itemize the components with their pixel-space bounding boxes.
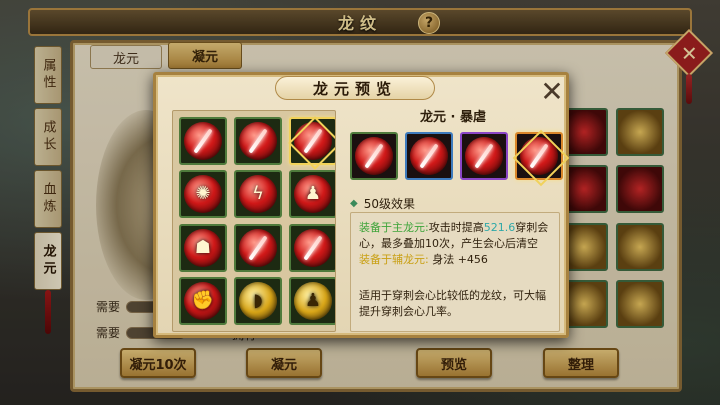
- lightning-orb-icon: ϟ: [239, 175, 277, 214]
- figure-orb-icon: ♟: [294, 281, 332, 320]
- main-effect-value: 521.6: [483, 221, 516, 234]
- slash-mark: [364, 143, 384, 169]
- effect-description: 装备于主龙元:攻击时提高521.6穿刺会心，最多叠加10次，产生会心后清空 装备…: [350, 212, 560, 332]
- level-effect-label: 50级效果: [363, 197, 415, 211]
- tier-purple-slot[interactable]: [460, 132, 508, 180]
- slash-mark: [419, 143, 439, 169]
- tier-orange-slot[interactable]: [515, 132, 563, 180]
- orb-glyph: ◗: [253, 289, 263, 311]
- slash-orb-icon: [355, 137, 393, 175]
- bell-orb-icon: ◗: [239, 281, 277, 320]
- slash-orb-icon: [410, 137, 448, 175]
- figure-orb-icon: ♟: [294, 175, 332, 214]
- longyuan-slot[interactable]: [179, 117, 227, 165]
- claw-orb-icon: [239, 122, 277, 160]
- close-icon[interactable]: ✕: [539, 78, 565, 106]
- longyuan-slot[interactable]: ϟ: [234, 170, 282, 219]
- main-effect-label: 装备于主龙元:: [359, 221, 429, 234]
- tier-blue-slot[interactable]: [405, 132, 453, 180]
- orb-glyph: ♟: [304, 289, 322, 311]
- modal-title: 龙元预览: [312, 79, 397, 98]
- slash-mark: [303, 234, 323, 261]
- longyuan-slot[interactable]: [289, 223, 335, 272]
- longyuan-slot[interactable]: [234, 117, 282, 165]
- slash-mark: [303, 128, 323, 154]
- longyuan-icon-grid: ✺ ϟ ♟ ☗ ✊ ◗ ♟: [172, 110, 336, 332]
- fist-orb-icon: ✊: [184, 281, 222, 320]
- slash-mark: [248, 128, 268, 154]
- longyuan-slot[interactable]: [234, 223, 282, 272]
- sub-effect-text: 身法 +456: [432, 253, 488, 266]
- orb-glyph: ✊: [191, 289, 215, 311]
- suitable-text: 适用于穿刺会心比较低的龙纹，可大幅提升穿刺会心几率。: [359, 289, 546, 318]
- longyuan-slot[interactable]: ♟: [289, 170, 335, 219]
- selected-longyuan-name: 龙元 · 暴虐: [420, 110, 486, 125]
- main-effect-text: 攻击时提高: [428, 221, 484, 234]
- slash-orb-icon: [465, 137, 503, 175]
- effect-heading: ◆ 50级效果: [350, 195, 415, 212]
- slash-orb-icon: [184, 122, 222, 160]
- twin-figure-orb-icon: ☗: [184, 228, 222, 267]
- burst-orb-icon: ✺: [184, 175, 222, 214]
- tier-green-slot[interactable]: [350, 132, 398, 180]
- orb-glyph: ϟ: [252, 183, 264, 205]
- longyuan-slot[interactable]: ☗: [179, 223, 227, 272]
- orb-glyph: ✺: [195, 183, 211, 205]
- slash-mark: [248, 234, 268, 261]
- longyuan-slot[interactable]: ✊: [179, 276, 227, 325]
- longyuan-slot[interactable]: [289, 117, 335, 165]
- slash-orb-icon: [520, 137, 558, 175]
- slash-mark: [529, 143, 549, 169]
- slash-orb-icon: [294, 122, 332, 160]
- slash-mark: [193, 128, 213, 154]
- diamond-icon: ◆: [350, 198, 358, 209]
- sub-effect: 装备于辅龙元: 身法 +456: [359, 252, 551, 268]
- orb-glyph: ♟: [304, 183, 322, 205]
- modal-header: 龙元预览: [275, 76, 435, 100]
- longyuan-slot[interactable]: ♟: [289, 276, 335, 325]
- longyuan-slot[interactable]: ◗: [234, 276, 282, 325]
- longyuan-slot[interactable]: ✺: [179, 170, 227, 219]
- slash-orb-icon: [294, 228, 332, 267]
- claw-orb-icon: [239, 228, 277, 267]
- sub-effect-label: 装备于辅龙元:: [359, 253, 429, 266]
- main-effect: 装备于主龙元:攻击时提高521.6穿刺会心，最多叠加10次，产生会心后清空: [359, 220, 551, 252]
- tier-row: [350, 132, 563, 180]
- slash-mark: [474, 143, 494, 169]
- orb-glyph: ☗: [194, 236, 212, 258]
